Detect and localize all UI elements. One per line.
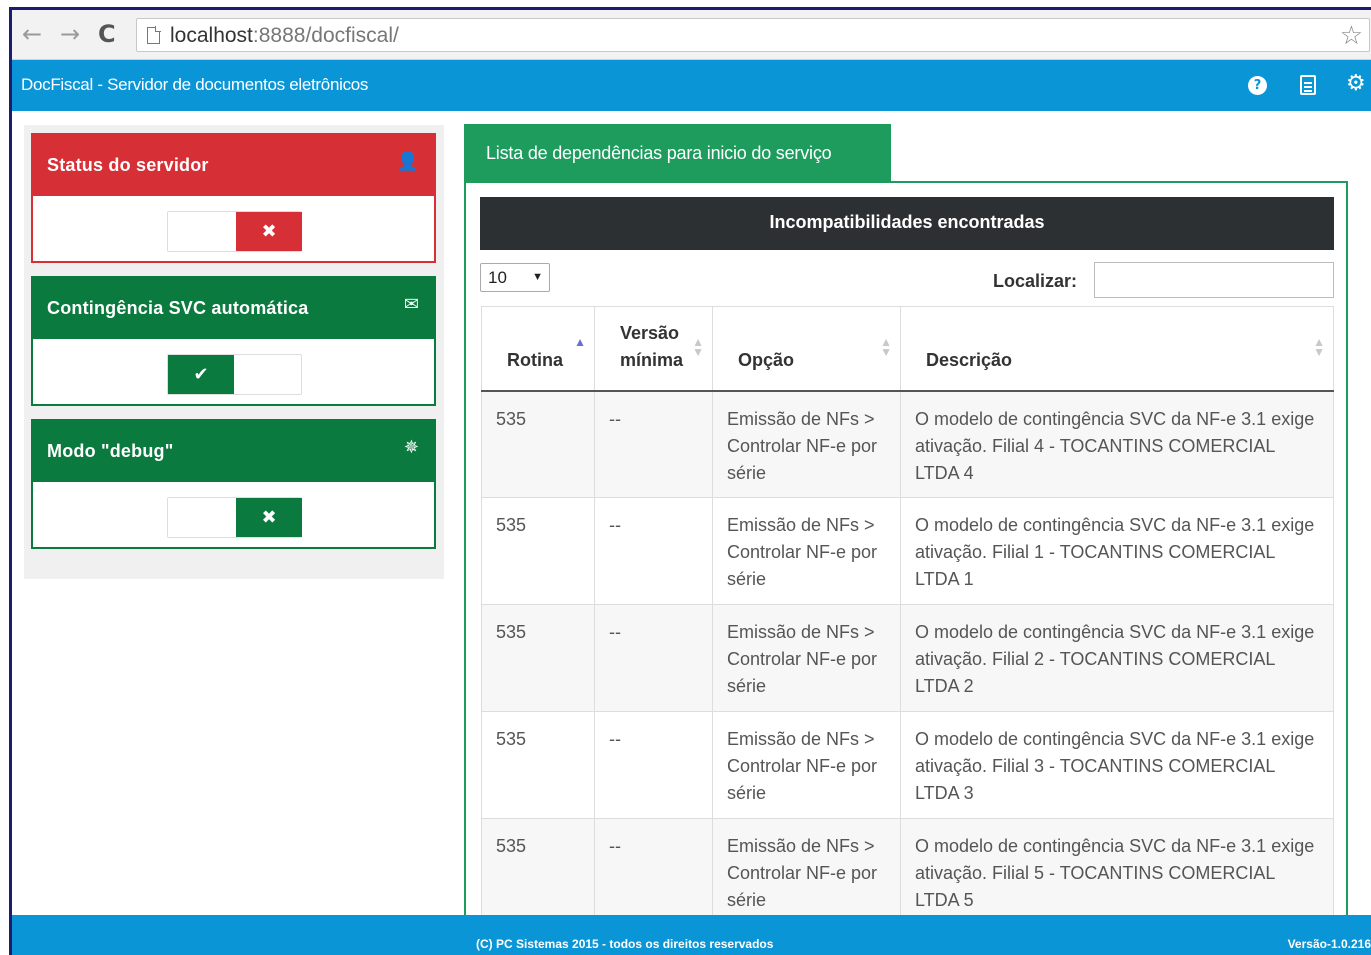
- cell-descricao: O modelo de contingência SVC da NF-e 3.1…: [900, 390, 1334, 498]
- sort-icon: ▲ ▼: [880, 335, 892, 359]
- envelope-icon: ✉: [403, 294, 419, 315]
- cell-rotina: 535: [481, 818, 595, 926]
- column-label: Versão mínima: [620, 322, 684, 370]
- browser-toolbar: ← → C localhost:8888/docfiscal/ ☆: [12, 10, 1371, 60]
- panel-server-status: Status do servidor 👤 ✖: [31, 133, 436, 263]
- dropdown-arrow-icon: ▼: [532, 271, 543, 283]
- check-icon: ✔: [168, 355, 234, 394]
- sort-icon: ▲ ▼: [1313, 335, 1325, 359]
- cell-versao: --: [594, 497, 713, 605]
- page-size-select[interactable]: 10 ▼: [480, 263, 550, 292]
- panel-header: Contingência SVC automática ✉: [33, 278, 434, 339]
- cell-opcao: Emissão de NFs > Controlar NF-e por séri…: [712, 818, 901, 926]
- cell-opcao: Emissão de NFs > Controlar NF-e por séri…: [712, 390, 901, 498]
- tab-label: Lista de dependências para inicio do ser…: [486, 143, 832, 163]
- table-header-row: Rotina ▲ Versão mínima ▲ ▼ Opção ▲ ▼ Descriçã…: [481, 306, 1334, 392]
- page-icon: [147, 26, 161, 44]
- table-row[interactable]: 535 -- Emissão de NFs > Controlar NF-e p…: [481, 604, 1334, 712]
- column-header-rotina[interactable]: Rotina ▲: [481, 306, 595, 392]
- debug-mode-toggle[interactable]: ✖: [167, 497, 302, 538]
- reload-icon[interactable]: C: [98, 20, 116, 48]
- table-row[interactable]: 535 -- Emissão de NFs > Controlar NF-e p…: [481, 818, 1334, 926]
- version-text: Versão-1.0.216: [1287, 937, 1371, 951]
- sort-icon: ▲ ▼: [692, 335, 704, 359]
- column-header-versao[interactable]: Versão mínima ▲ ▼: [594, 306, 713, 392]
- cell-rotina: 535: [481, 711, 595, 819]
- cell-opcao: Emissão de NFs > Controlar NF-e por séri…: [712, 604, 901, 712]
- column-header-opcao[interactable]: Opção ▲ ▼: [712, 306, 901, 392]
- panel-header: Status do servidor 👤: [33, 135, 434, 196]
- cell-rotina: 535: [481, 390, 595, 498]
- panel-title: Modo "debug": [47, 441, 174, 461]
- sidebar: Status do servidor 👤 ✖ Contingência SVC …: [24, 125, 444, 579]
- sort-asc-icon: ▲: [574, 335, 586, 349]
- cell-rotina: 535: [481, 604, 595, 712]
- table-row[interactable]: 535 -- Emissão de NFs > Controlar NF-e p…: [481, 390, 1334, 498]
- incompatibilities-table: Rotina ▲ Versão mínima ▲ ▼ Opção ▲ ▼ Descriçã…: [481, 306, 1334, 926]
- user-icon: 👤: [396, 151, 419, 172]
- cell-descricao: O modelo de contingência SVC da NF-e 3.1…: [900, 604, 1334, 712]
- section-title: Incompatibilidades encontradas: [480, 197, 1334, 250]
- url-path: :8888/docfiscal/: [252, 24, 399, 47]
- app-title: DocFiscal - Servidor de documentos eletr…: [21, 75, 369, 94]
- copyright-text: (C) PC Sistemas 2015 - todos os direitos…: [476, 937, 774, 951]
- cell-opcao: Emissão de NFs > Controlar NF-e por séri…: [712, 711, 901, 819]
- close-icon: ✖: [236, 498, 302, 537]
- column-header-descricao[interactable]: Descrição ▲ ▼: [900, 306, 1334, 392]
- url-host: localhost: [170, 24, 253, 47]
- cell-descricao: O modelo de contingência SVC da NF-e 3.1…: [900, 497, 1334, 605]
- cell-rotina: 535: [481, 497, 595, 605]
- cell-descricao: O modelo de contingência SVC da NF-e 3.1…: [900, 818, 1334, 926]
- app-footer: (C) PC Sistemas 2015 - todos os direitos…: [12, 915, 1371, 955]
- tab-dependencies[interactable]: Lista de dependências para inicio do ser…: [464, 124, 891, 182]
- document-icon[interactable]: [1300, 75, 1316, 95]
- gear-icon[interactable]: ⚙: [1346, 71, 1366, 96]
- panel-header: Modo "debug" ✵: [33, 421, 434, 482]
- close-icon: ✖: [236, 212, 302, 251]
- panel-title: Status do servidor: [47, 155, 209, 175]
- back-arrow-icon[interactable]: ←: [22, 20, 42, 48]
- cell-versao: --: [594, 604, 713, 712]
- bug-icon: ✵: [403, 437, 419, 458]
- bookmark-star-icon[interactable]: ☆: [1340, 21, 1363, 51]
- dependencies-panel: Incompatibilidades encontradas 10 ▼ Loca…: [464, 181, 1348, 955]
- table-row[interactable]: 535 -- Emissão de NFs > Controlar NF-e p…: [481, 497, 1334, 605]
- server-status-toggle[interactable]: ✖: [167, 211, 302, 252]
- column-label: Opção: [738, 349, 795, 370]
- panel-svc-contingency: Contingência SVC automática ✉ ✔: [31, 276, 436, 406]
- address-bar[interactable]: localhost:8888/docfiscal/ ☆: [136, 18, 1370, 52]
- cell-versao: --: [594, 711, 713, 819]
- help-icon[interactable]: ?: [1248, 76, 1267, 95]
- app-header: DocFiscal - Servidor de documentos eletr…: [12, 60, 1371, 111]
- panel-debug-mode: Modo "debug" ✵ ✖: [31, 419, 436, 549]
- forward-arrow-icon[interactable]: →: [60, 20, 80, 48]
- cell-versao: --: [594, 390, 713, 498]
- panel-title: Contingência SVC automática: [47, 298, 309, 318]
- search-input[interactable]: [1094, 262, 1334, 298]
- url-text: localhost:8888/docfiscal/: [170, 24, 399, 48]
- column-label: Rotina: [507, 349, 563, 370]
- cell-descricao: O modelo de contingência SVC da NF-e 3.1…: [900, 711, 1334, 819]
- cell-versao: --: [594, 818, 713, 926]
- column-label: Descrição: [926, 349, 1013, 370]
- svc-contingency-toggle[interactable]: ✔: [167, 354, 302, 395]
- cell-opcao: Emissão de NFs > Controlar NF-e por séri…: [712, 497, 901, 605]
- search-label: Localizar:: [993, 271, 1078, 291]
- page-size-value: 10: [488, 268, 507, 287]
- app-window: ← → C localhost:8888/docfiscal/ ☆ DocFis…: [9, 7, 1371, 955]
- table-row[interactable]: 535 -- Emissão de NFs > Controlar NF-e p…: [481, 711, 1334, 819]
